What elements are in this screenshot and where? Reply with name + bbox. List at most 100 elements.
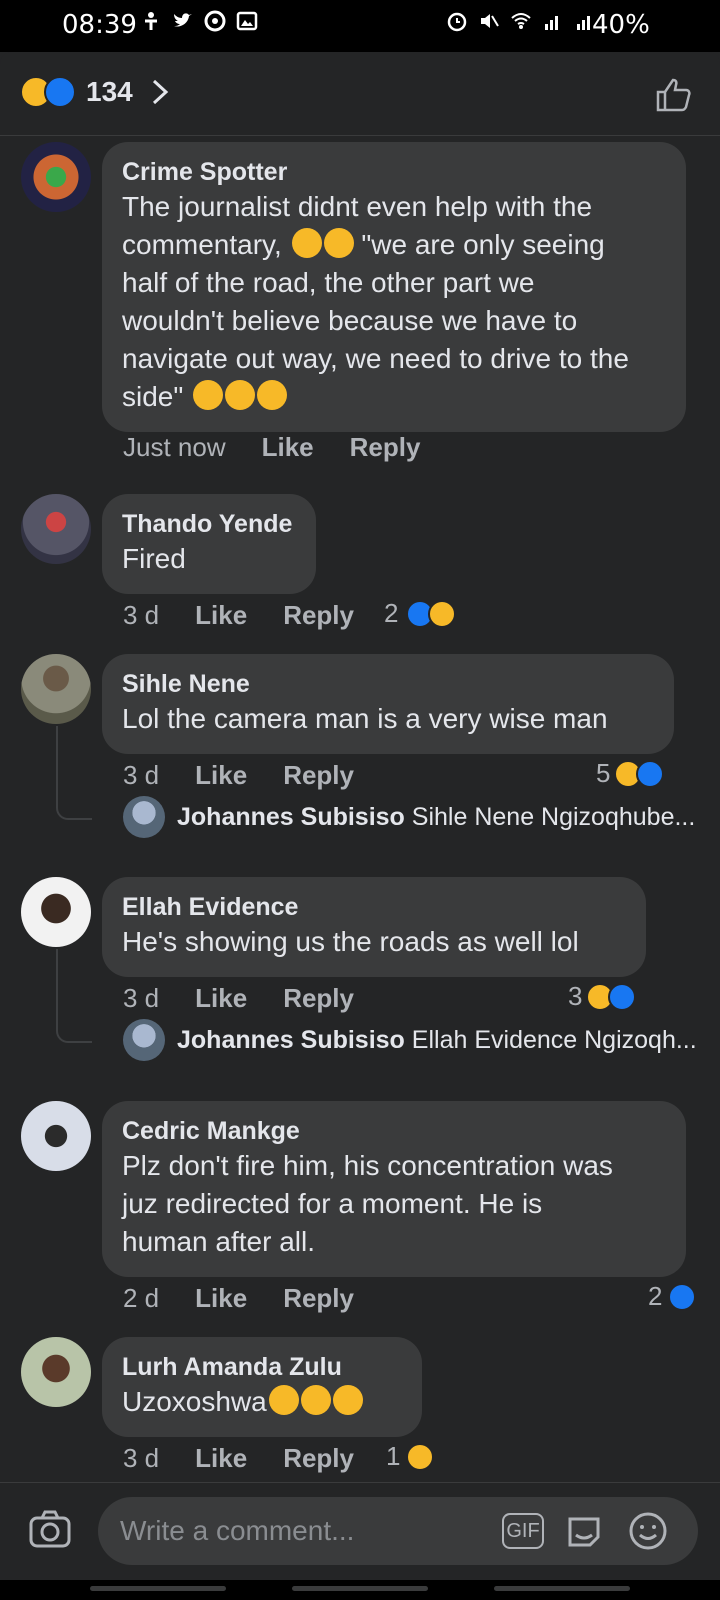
battery-level: 40%: [592, 10, 650, 40]
comment-time: Just now: [123, 432, 226, 462]
signal-icon: [545, 16, 558, 30]
nav-segment: [292, 1586, 428, 1591]
like-thumb-icon[interactable]: [654, 76, 692, 114]
accessibility-icon: [145, 12, 157, 30]
comment-time: 3 d: [123, 600, 160, 630]
comment-line: Plz don't fire him, his concentration wa…: [122, 1150, 613, 1181]
comment-reactions[interactable]: 3: [568, 981, 637, 1012]
comment-text: Uzoxoshwa: [122, 1383, 402, 1421]
nav-segment: [494, 1586, 630, 1591]
reply-preview[interactable]: Johannes Subisiso Ellah Evidence Ngizoqh…: [123, 1019, 697, 1061]
haha-icon: [406, 1442, 435, 1471]
reply-preview-text: Johannes Subisiso Sihle Nene Ngizoqhube.…: [177, 803, 695, 832]
mute-icon: [481, 14, 499, 28]
emoji-icon[interactable]: [628, 1511, 668, 1551]
comment-reactions[interactable]: 1: [386, 1441, 435, 1472]
comment-author[interactable]: Crime Spotter: [122, 156, 666, 188]
comment-author[interactable]: Thando Yende: [122, 508, 296, 540]
reply-snippet: Ellah Evidence Ngizoqh...: [411, 1025, 697, 1054]
nav-segment: [90, 1586, 226, 1591]
like-button[interactable]: Like: [195, 983, 247, 1014]
reply-author: Johannes Subisiso: [177, 1025, 405, 1054]
system-nav-bar: [0, 1580, 720, 1600]
reply-preview-text: Johannes Subisiso Ellah Evidence Ngizoqh…: [177, 1026, 697, 1055]
app-circle-icon: [204, 10, 226, 32]
comment-bubble: Lurh Amanda Zulu Uzoxoshwa: [102, 1337, 422, 1437]
avatar[interactable]: [21, 877, 91, 947]
comment-author[interactable]: Cedric Mankge: [122, 1115, 666, 1147]
comment-bubble: Ellah Evidence He's showing us the roads…: [102, 877, 646, 977]
comment-text: Fired: [122, 543, 186, 574]
reaction-count: 1: [386, 1441, 401, 1471]
sticker-icon[interactable]: [564, 1511, 604, 1551]
comment-line-part: commentary,: [122, 229, 282, 260]
chevron-right-icon[interactable]: [151, 78, 169, 106]
comment-line: side": [122, 378, 666, 416]
twitter-icon: [174, 13, 192, 27]
reply-snippet: Sihle Nene Ngizoqhube...: [411, 802, 696, 831]
like-icon: [44, 76, 76, 108]
reaction-count: 2: [384, 598, 399, 628]
avatar[interactable]: [21, 654, 91, 724]
reaction-count: 2: [648, 1281, 663, 1311]
reaction-count: 134: [86, 76, 133, 107]
comment-line: wouldn't believe because we have to: [122, 305, 578, 336]
reactions-summary[interactable]: 134: [20, 76, 169, 108]
comment-time: 3 d: [123, 760, 160, 790]
reply-button[interactable]: Reply: [283, 983, 354, 1014]
reply-preview[interactable]: Johannes Subisiso Sihle Nene Ngizoqhube.…: [123, 796, 695, 838]
comment-actions: 3 d Like Reply: [123, 760, 390, 791]
rofl-emoji-icon: [332, 1385, 363, 1415]
comment-author[interactable]: Sihle Nene: [122, 668, 654, 700]
comment-input-wrapper: GIF: [98, 1497, 698, 1565]
like-button[interactable]: Like: [195, 1283, 247, 1314]
comment-text: Plz don't fire him, his concentration wa…: [122, 1147, 666, 1261]
comment-text: Lol the camera man is a very wise man: [122, 703, 608, 734]
comment-reactions[interactable]: 2: [648, 1281, 697, 1312]
comment-text: He's showing us the roads as well lol: [122, 926, 579, 957]
like-button[interactable]: Like: [262, 432, 314, 463]
like-button[interactable]: Like: [195, 600, 247, 631]
reply-button[interactable]: Reply: [283, 600, 354, 631]
like-button[interactable]: Like: [195, 1443, 247, 1474]
avatar: [123, 796, 165, 838]
gif-button[interactable]: GIF: [502, 1513, 544, 1549]
avatar[interactable]: [21, 1337, 91, 1407]
comment-time: 2 d: [123, 1283, 160, 1313]
comment-input[interactable]: [120, 1509, 480, 1553]
avatar[interactable]: [21, 142, 91, 212]
comment-line: commentary, "we are only seeing: [122, 226, 666, 264]
reply-button[interactable]: Reply: [283, 1283, 354, 1314]
gallery-icon: [236, 11, 258, 31]
like-icon: [608, 982, 637, 1011]
like-button[interactable]: Like: [195, 760, 247, 791]
comment-actions: 3 d Like Reply: [123, 600, 390, 631]
comment-reactions[interactable]: 5: [596, 758, 665, 789]
reply-thread-line: [56, 949, 92, 1043]
rofl-emoji-icon: [300, 1385, 331, 1415]
comment-line-part: side": [122, 381, 184, 412]
rofl-emoji-icon: [257, 380, 288, 410]
status-left-icons: [140, 10, 258, 32]
avatar[interactable]: [21, 494, 91, 564]
like-icon: [636, 759, 665, 788]
reply-button[interactable]: Reply: [283, 1443, 354, 1474]
avatar[interactable]: [21, 1101, 91, 1171]
comment-author[interactable]: Ellah Evidence: [122, 891, 626, 923]
comment-line: juz redirected for a moment. He is: [122, 1188, 543, 1219]
reply-button[interactable]: Reply: [283, 760, 354, 791]
comment-text: The journalist didnt even help with the …: [122, 188, 666, 416]
comment-line: human after all.: [122, 1226, 315, 1257]
comment-actions: 3 d Like Reply: [123, 983, 390, 1014]
comment-author[interactable]: Lurh Amanda Zulu: [122, 1351, 402, 1383]
camera-icon[interactable]: [28, 1509, 72, 1549]
laughing-emoji-icon: [323, 228, 354, 258]
alarm-icon: [447, 12, 467, 32]
reply-button[interactable]: Reply: [350, 432, 421, 463]
comment-line: navigate out way, we need to drive to th…: [122, 343, 629, 374]
comment-reactions[interactable]: 2: [384, 598, 457, 629]
reply-author: Johannes Subisiso: [177, 802, 405, 831]
avatar: [123, 1019, 165, 1061]
status-time: 08:39: [62, 10, 137, 40]
comment-bubble: Sihle Nene Lol the camera man is a very …: [102, 654, 674, 754]
